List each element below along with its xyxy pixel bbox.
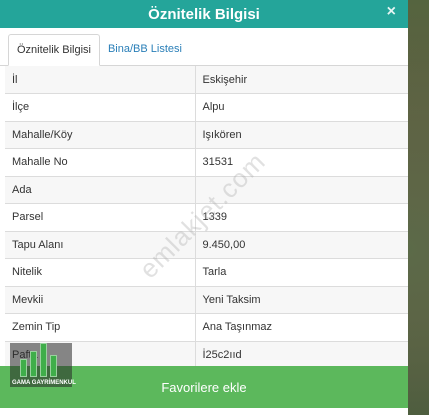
tab-building-list[interactable]: Bina/BB Listesi	[100, 33, 190, 65]
modal-header: Öznitelik Bilgisi ×	[0, 0, 408, 28]
tab-bar: Öznitelik Bilgisi Bina/BB Listesi	[0, 28, 408, 66]
attribute-table: İl Eskişehir İlçe Alpu Mahalle/Köy Işıkö…	[5, 66, 408, 369]
attribute-value: Tarla	[195, 258, 408, 286]
table-row: Mahalle No 31531	[5, 148, 408, 176]
attribute-value: Yeni Taksim	[195, 285, 408, 314]
attribute-key: İlçe	[5, 93, 196, 121]
table-row: Mahalle/Köy Işıkören	[5, 120, 408, 149]
attribute-value: İ25c2ııd	[195, 340, 408, 369]
close-icon[interactable]: ×	[387, 3, 396, 21]
table-row: Ada	[5, 175, 408, 204]
attribute-key: Mevkii	[5, 285, 196, 314]
logo-bar	[30, 351, 37, 377]
attribute-value: 9.450,00	[195, 230, 408, 259]
table-row: Zemin Tip Ana Taşınmaz	[5, 313, 408, 341]
attribute-key: Tapu Alanı	[5, 230, 196, 259]
logo-bar	[50, 355, 57, 377]
attribute-key: Parsel	[5, 203, 196, 231]
attribute-value: 31531	[195, 148, 408, 176]
table-row: Mevkii Yeni Taksim	[5, 285, 408, 314]
attribute-key: İl	[5, 66, 196, 94]
attribute-value: Alpu	[195, 93, 408, 121]
table-row: Parsel 1339	[5, 203, 408, 231]
logo-text: GAMA GAYRİMENKUL	[12, 380, 76, 386]
attribute-value	[195, 175, 408, 204]
attribute-value: Ana Taşınmaz	[195, 313, 408, 341]
logo-bar	[20, 359, 27, 377]
attribute-key: Nitelik	[5, 258, 196, 286]
modal-title: Öznitelik Bilgisi	[148, 5, 260, 23]
attribute-key: Mahalle/Köy	[5, 120, 196, 149]
company-logo: GAMA GAYRİMENKUL	[10, 343, 76, 387]
table-row: Tapu Alanı 9.450,00	[5, 230, 408, 259]
attribute-key: Zemin Tip	[5, 313, 196, 341]
tab-attribute-info[interactable]: Öznitelik Bilgisi	[8, 34, 100, 66]
attribute-key: Mahalle No	[5, 148, 196, 176]
logo-bar	[40, 343, 47, 377]
attribute-value: Eskişehir	[195, 66, 408, 94]
attribute-value: Işıkören	[195, 120, 408, 149]
attribute-value: 1339	[195, 203, 408, 231]
table-row: İl Eskişehir	[5, 66, 408, 94]
table-row: İlçe Alpu	[5, 93, 408, 121]
attribute-key: Ada	[5, 175, 196, 204]
table-row: Nitelik Tarla	[5, 258, 408, 286]
